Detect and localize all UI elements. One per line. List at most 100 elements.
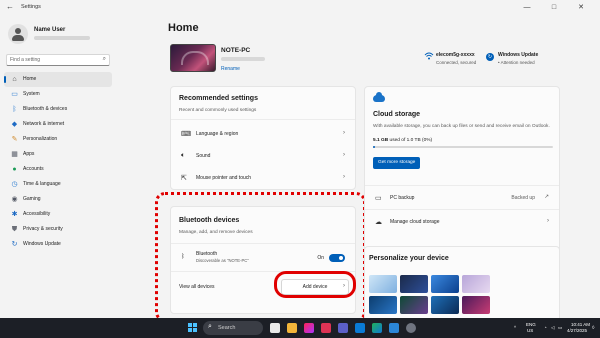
minimize-button[interactable]: — <box>516 0 538 16</box>
rename-link[interactable]: Rename <box>221 66 240 72</box>
sidebar-item-label: Windows Update <box>23 241 61 247</box>
close-button[interactable]: ✕ <box>570 0 592 16</box>
theme-thumbnail[interactable] <box>369 275 397 293</box>
cloud-storage-card: Cloud storage With available storage, yo… <box>364 86 560 262</box>
personalize-title: Personalize your device <box>369 255 449 262</box>
profile-name: Name User <box>34 27 66 33</box>
sidebar-item-system[interactable]: ▭ System <box>4 87 112 102</box>
backup-icon: ▭ <box>375 195 382 202</box>
recommended-settings-card: Recommended settings Recent and commonly… <box>170 86 356 190</box>
wifi-network-name[interactable]: elecom5g-xxxxx <box>436 52 475 58</box>
divider <box>171 119 355 120</box>
cloud-storage-desc: With available storage, you can back up … <box>373 124 550 129</box>
nav-list: ⌂ Home ▭ System ᛒ Bluetooth & devices ◆ Network… <box>4 72 112 252</box>
volume-tray-icon[interactable]: ◁ <box>551 325 554 331</box>
row-manage-cloud[interactable]: ☁ Manage cloud storage › <box>365 211 559 233</box>
row-label: Mouse pointer and touch <box>196 175 252 181</box>
sidebar-item-accounts[interactable]: ● Accounts <box>4 162 112 177</box>
clock-icon: ◷ <box>11 181 18 188</box>
sidebar-item-personalization[interactable]: ✎ Personalization <box>4 132 112 147</box>
theme-thumbnail[interactable] <box>431 275 459 293</box>
device-model-redacted <box>221 57 265 61</box>
store-icon[interactable] <box>389 323 399 333</box>
sidebar-item-windows-update[interactable]: ↻ Windows Update <box>4 237 112 252</box>
chevron-right-icon: › <box>343 130 345 136</box>
back-arrow-icon[interactable]: ← <box>6 2 14 11</box>
teams-icon[interactable] <box>338 323 348 333</box>
clock-date[interactable]: 4/27/2025 <box>567 328 587 333</box>
page-title: Home <box>168 22 199 34</box>
tray-chevron-icon[interactable]: ^ <box>514 325 516 330</box>
divider <box>365 209 559 210</box>
storage-usage: 5.1 GB used of 1.0 TB (0%) <box>373 138 432 143</box>
chevron-right-icon: › <box>343 152 345 158</box>
sidebar-item-gaming[interactable]: ◉ Gaming <box>4 192 112 207</box>
taskbar-search[interactable]: ⌕ Search <box>203 321 263 335</box>
search-input[interactable]: Find a setting ⌕ <box>6 54 110 66</box>
task-view-icon[interactable] <box>270 323 280 333</box>
storage-progress-fill <box>373 146 375 148</box>
office-icon[interactable] <box>321 323 331 333</box>
device-image <box>170 44 216 72</box>
theme-thumbnail[interactable] <box>400 296 428 314</box>
apps-icon: ▦ <box>11 151 18 158</box>
search-icon: ⌕ <box>102 56 106 62</box>
row-sound[interactable]: 🔈︎ Sound › <box>171 145 355 167</box>
sidebar-item-network-internet[interactable]: ◆ Network & internet <box>4 117 112 132</box>
windows-update-title[interactable]: Windows Update <box>498 52 538 58</box>
cloud-storage-title: Cloud storage <box>373 111 421 118</box>
battery-tray-icon[interactable]: ▭ <box>558 325 562 331</box>
outlook-icon[interactable] <box>355 323 365 333</box>
wifi-tray-icon[interactable]: ◔ <box>544 325 547 330</box>
home-icon: ⌂ <box>12 76 17 83</box>
sidebar-item-label: Privacy & security <box>23 226 63 232</box>
sidebar-item-apps[interactable]: ▦ Apps <box>4 147 112 162</box>
sidebar-item-time-language[interactable]: ◷ Time & language <box>4 177 112 192</box>
file-explorer-icon[interactable] <box>287 323 297 333</box>
sidebar-item-home[interactable]: ⌂ Home <box>4 72 112 87</box>
sidebar-item-accessibility[interactable]: ✱ Accessibility <box>4 207 112 222</box>
storage-progress-bar <box>373 146 553 148</box>
sidebar-item-label: Accessibility <box>23 211 51 217</box>
update-icon: ↻ <box>486 53 494 61</box>
theme-thumbnail[interactable] <box>369 296 397 314</box>
system-icon: ▭ <box>11 91 18 98</box>
row-language-region[interactable]: ⌨ Language & region › <box>171 123 355 145</box>
recommended-subtitle: Recent and commonly used settings <box>179 108 257 113</box>
start-button[interactable] <box>188 323 198 333</box>
title-bar: ← Settings — □ ✕ <box>0 0 600 16</box>
row-label: Manage cloud storage <box>390 219 440 225</box>
clock-time[interactable]: 10:41 AM <box>571 322 590 327</box>
taskbar: ⌕ Search ^ ENG US ◔ ◁ ▭ 10:41 AM 4/27/20… <box>0 318 600 338</box>
chevron-right-icon: › <box>547 218 549 224</box>
highlight-oval-add-device <box>274 271 356 298</box>
notification-bell-icon[interactable]: ◊ <box>592 325 594 331</box>
theme-thumbnail[interactable] <box>431 296 459 314</box>
settings-gear-icon[interactable] <box>406 323 416 333</box>
edge-icon[interactable] <box>372 323 382 333</box>
shield-icon: ⛊ <box>11 226 18 233</box>
divider <box>365 185 559 186</box>
theme-thumbnail[interactable] <box>400 275 428 293</box>
theme-thumbnail[interactable] <box>462 296 490 314</box>
language-icon: ⌨ <box>181 131 192 138</box>
sidebar-item-privacy-security[interactable]: ⛊ Privacy & security <box>4 222 112 237</box>
brush-icon: ✎ <box>11 136 18 143</box>
row-pc-backup[interactable]: ▭ PC backup Backed up ↗ <box>365 187 559 209</box>
get-more-storage-button[interactable]: Get more storage <box>373 157 421 169</box>
row-label: Sound <box>196 153 211 159</box>
copilot-icon[interactable] <box>304 323 314 333</box>
language-code[interactable]: ENG <box>526 322 536 327</box>
taskbar-search-label: Search <box>218 325 236 331</box>
region-code: US <box>527 328 534 333</box>
recommended-title: Recommended settings <box>179 95 258 102</box>
settings-window: ← Settings — □ ✕ Name User Find a settin… <box>0 0 600 318</box>
sidebar-item-bluetooth-devices[interactable]: ᛒ Bluetooth & devices <box>4 102 112 117</box>
maximize-button[interactable]: □ <box>543 0 565 16</box>
theme-thumbnail[interactable] <box>462 275 490 293</box>
main-content: Home NOTE-PC Rename elecom5g-xxxxx Conne… <box>155 16 600 318</box>
row-label: PC backup <box>390 195 415 201</box>
highlight-box-bluetooth <box>155 192 366 318</box>
cloud-manage-icon: ☁ <box>375 219 382 226</box>
row-mouse-pointer[interactable]: ⇱ Mouse pointer and touch › <box>171 167 355 189</box>
